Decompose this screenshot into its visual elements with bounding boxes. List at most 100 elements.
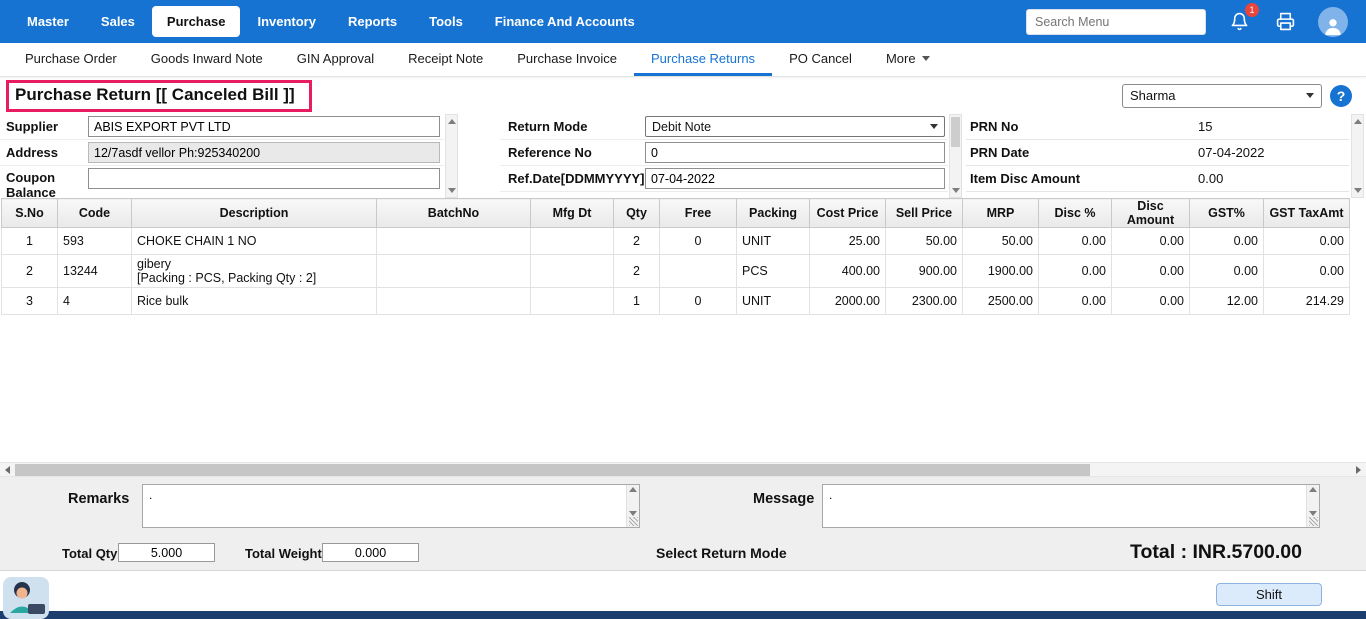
- remarks-textarea[interactable]: [143, 485, 626, 527]
- cell-disc-amount[interactable]: 0.00: [1112, 255, 1190, 288]
- cell-gst[interactable]: 0.00: [1190, 228, 1264, 255]
- menu-item-finance-and-accounts[interactable]: Finance And Accounts: [480, 6, 650, 37]
- user-avatar[interactable]: [1318, 7, 1348, 37]
- branch-select[interactable]: Sharma: [1122, 84, 1322, 108]
- cell-packing[interactable]: UNIT: [737, 228, 810, 255]
- cell-disc-amount[interactable]: 0.00: [1112, 228, 1190, 255]
- form-left-scrollbar[interactable]: [445, 114, 458, 198]
- scroll-right-arrow-icon[interactable]: [1351, 463, 1366, 476]
- coupon-balance-input[interactable]: [88, 168, 440, 189]
- cell-description[interactable]: Rice bulk: [132, 288, 377, 315]
- scroll-up-arrow-icon[interactable]: [1309, 487, 1317, 492]
- cell-cost-price[interactable]: 25.00: [810, 228, 886, 255]
- resize-grip-icon[interactable]: [629, 517, 638, 526]
- cell-batchno[interactable]: [377, 255, 531, 288]
- ref-date-input[interactable]: [645, 168, 945, 189]
- scroll-down-arrow-icon[interactable]: [1309, 511, 1317, 516]
- cell-cost-price[interactable]: 2000.00: [810, 288, 886, 315]
- total-weight-input[interactable]: [322, 543, 419, 562]
- cell-mrp[interactable]: 50.00: [963, 228, 1039, 255]
- cell-description[interactable]: CHOKE CHAIN 1 NO: [132, 228, 377, 255]
- tab-po-cancel[interactable]: PO Cancel: [772, 43, 869, 76]
- scroll-up-arrow-icon[interactable]: [446, 115, 457, 128]
- remarks-box: [142, 484, 640, 528]
- cell-disc[interactable]: 0.00: [1039, 255, 1112, 288]
- menu-item-purchase[interactable]: Purchase: [152, 6, 241, 37]
- page-title: Purchase Return [[ Canceled Bill ]]: [15, 85, 295, 104]
- tab-purchase-returns[interactable]: Purchase Returns: [634, 43, 772, 76]
- scroll-down-arrow-icon[interactable]: [950, 184, 961, 197]
- cell-gst[interactable]: 12.00: [1190, 288, 1264, 315]
- cell-s-no[interactable]: 3: [2, 288, 58, 315]
- hscrollbar-thumb[interactable]: [15, 464, 1090, 476]
- form-right-scrollbar[interactable]: [1351, 114, 1364, 198]
- total-qty-input[interactable]: [118, 543, 215, 562]
- cell-mfg-dt[interactable]: [531, 288, 614, 315]
- scroll-up-arrow-icon[interactable]: [1352, 115, 1363, 128]
- return-mode-select[interactable]: Debit Note: [645, 116, 945, 137]
- cell-disc[interactable]: 0.00: [1039, 228, 1112, 255]
- cell-gst[interactable]: 0.00: [1190, 255, 1264, 288]
- cell-code[interactable]: 13244: [58, 255, 132, 288]
- cell-mfg-dt[interactable]: [531, 255, 614, 288]
- chevron-down-icon: [922, 56, 930, 61]
- cell-cost-price[interactable]: 400.00: [810, 255, 886, 288]
- cell-code[interactable]: 593: [58, 228, 132, 255]
- search-input[interactable]: [1026, 9, 1206, 35]
- cell-qty[interactable]: 1: [614, 288, 660, 315]
- support-chat-icon[interactable]: [3, 577, 49, 619]
- scroll-down-arrow-icon[interactable]: [1352, 184, 1363, 197]
- scroll-up-arrow-icon[interactable]: [629, 487, 637, 492]
- tab-receipt-note[interactable]: Receipt Note: [391, 43, 500, 76]
- notifications-button[interactable]: 1: [1226, 9, 1252, 35]
- cell-description[interactable]: gibery [Packing : PCS, Packing Qty : 2]: [132, 255, 377, 288]
- cell-free[interactable]: [660, 255, 737, 288]
- cell-sell-price[interactable]: 900.00: [886, 255, 963, 288]
- cell-batchno[interactable]: [377, 228, 531, 255]
- menu-item-reports[interactable]: Reports: [333, 6, 412, 37]
- menu-item-sales[interactable]: Sales: [86, 6, 150, 37]
- help-button[interactable]: ?: [1330, 85, 1352, 107]
- tab-purchase-order[interactable]: Purchase Order: [8, 43, 134, 76]
- address-input[interactable]: [88, 142, 440, 163]
- menu-item-master[interactable]: Master: [12, 6, 84, 37]
- cell-packing[interactable]: PCS: [737, 255, 810, 288]
- message-textarea[interactable]: [823, 485, 1306, 527]
- cell-qty[interactable]: 2: [614, 255, 660, 288]
- cell-s-no[interactable]: 2: [2, 255, 58, 288]
- cell-mfg-dt[interactable]: [531, 228, 614, 255]
- cell-gst-taxamt[interactable]: 0.00: [1264, 228, 1350, 255]
- cell-gst-taxamt[interactable]: 214.29: [1264, 288, 1350, 315]
- cell-disc-amount[interactable]: 0.00: [1112, 288, 1190, 315]
- cell-sell-price[interactable]: 50.00: [886, 228, 963, 255]
- cell-code[interactable]: 4: [58, 288, 132, 315]
- tab-goods-inward-note[interactable]: Goods Inward Note: [134, 43, 280, 76]
- cell-packing[interactable]: UNIT: [737, 288, 810, 315]
- scroll-down-arrow-icon[interactable]: [629, 511, 637, 516]
- cell-sell-price[interactable]: 2300.00: [886, 288, 963, 315]
- scroll-left-arrow-icon[interactable]: [0, 463, 15, 476]
- cell-batchno[interactable]: [377, 288, 531, 315]
- cell-disc[interactable]: 0.00: [1039, 288, 1112, 315]
- horizontal-scrollbar[interactable]: [0, 462, 1366, 477]
- cell-mrp[interactable]: 2500.00: [963, 288, 1039, 315]
- shift-button[interactable]: Shift: [1216, 583, 1322, 606]
- tab-purchase-invoice[interactable]: Purchase Invoice: [500, 43, 634, 76]
- cell-free[interactable]: 0: [660, 288, 737, 315]
- form-mid-scrollbar[interactable]: [949, 114, 962, 198]
- tab-gin-approval[interactable]: GIN Approval: [280, 43, 391, 76]
- cell-gst-taxamt[interactable]: 0.00: [1264, 255, 1350, 288]
- supplier-input[interactable]: [88, 116, 440, 137]
- cell-s-no[interactable]: 1: [2, 228, 58, 255]
- reference-no-input[interactable]: [645, 142, 945, 163]
- scroll-down-arrow-icon[interactable]: [446, 184, 457, 197]
- menu-item-inventory[interactable]: Inventory: [242, 6, 331, 37]
- cell-qty[interactable]: 2: [614, 228, 660, 255]
- cell-free[interactable]: 0: [660, 228, 737, 255]
- resize-grip-icon[interactable]: [1309, 517, 1318, 526]
- menu-item-tools[interactable]: Tools: [414, 6, 478, 37]
- print-button[interactable]: [1272, 9, 1298, 35]
- tab-more[interactable]: More: [869, 43, 947, 76]
- scrollbar-thumb[interactable]: [951, 117, 960, 147]
- cell-mrp[interactable]: 1900.00: [963, 255, 1039, 288]
